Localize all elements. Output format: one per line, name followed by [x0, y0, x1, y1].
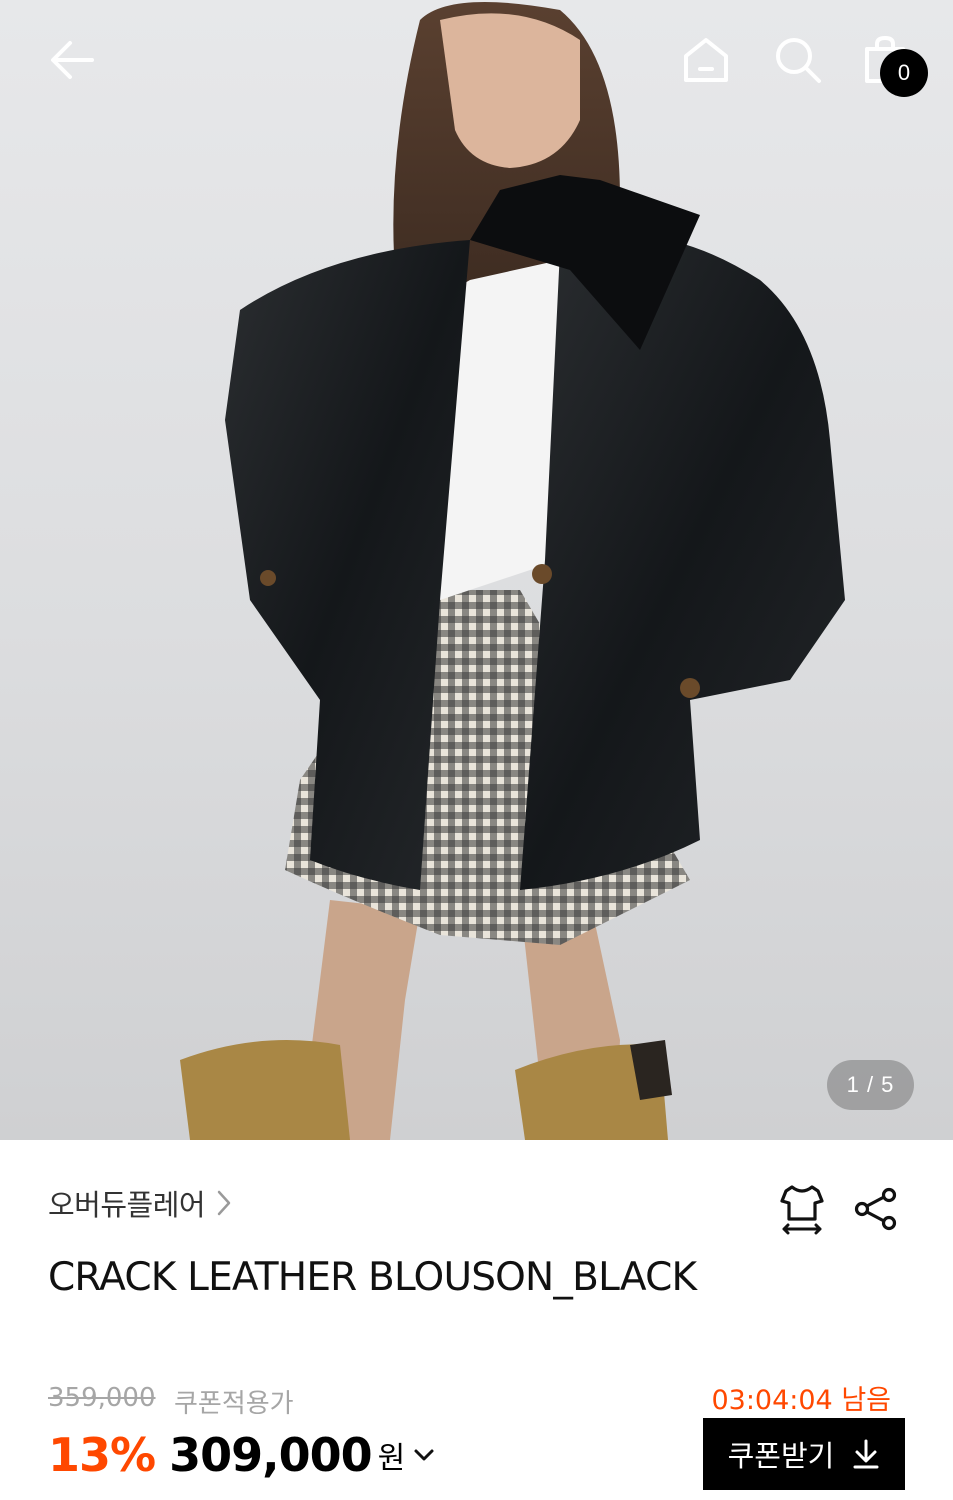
home-icon — [684, 38, 728, 82]
brand-name: 오버듀플레어 — [48, 1188, 206, 1222]
original-price: 359,000 — [48, 1383, 156, 1413]
sale-price: 309,000 — [169, 1428, 373, 1482]
top-navigation-bar: 0 — [0, 0, 953, 130]
cart-count-badge: 0 — [880, 49, 928, 97]
product-photo — [180, 2, 845, 1140]
product-image-gallery[interactable]: 0 1 / 5 — [0, 0, 953, 1140]
gallery-page-indicator: 1 / 5 — [827, 1060, 914, 1110]
share-button[interactable] — [850, 1184, 902, 1234]
coupon-price-label: 쿠폰적용가 — [174, 1389, 294, 1419]
arrow-left-icon — [51, 41, 94, 79]
download-icon — [853, 1439, 879, 1469]
price-row: 13% 309,000 원 — [48, 1427, 435, 1483]
chevron-down-icon — [414, 1449, 434, 1461]
search-button[interactable] — [768, 30, 828, 90]
share-icon — [854, 1187, 897, 1231]
coupon-timer: 03:04:04 남음 — [711, 1385, 891, 1416]
back-button[interactable] — [40, 30, 104, 90]
price-detail-toggle[interactable] — [413, 1447, 435, 1463]
chevron-right-icon — [217, 1190, 231, 1216]
download-coupon-button[interactable]: 쿠폰받기 — [703, 1418, 905, 1490]
product-title: CRACK LEATHER BLOUSON_BLACK — [48, 1255, 697, 1300]
discount-rate: 13% — [48, 1428, 156, 1482]
search-icon — [776, 38, 821, 83]
home-button[interactable] — [676, 30, 736, 90]
size-guide-icon — [780, 1185, 824, 1235]
brand-link[interactable]: 오버듀플레어 — [48, 1180, 233, 1226]
coupon-button-label: 쿠폰받기 — [727, 1439, 835, 1473]
currency-label: 원 — [377, 1441, 406, 1476]
size-guide-button[interactable] — [776, 1180, 828, 1236]
